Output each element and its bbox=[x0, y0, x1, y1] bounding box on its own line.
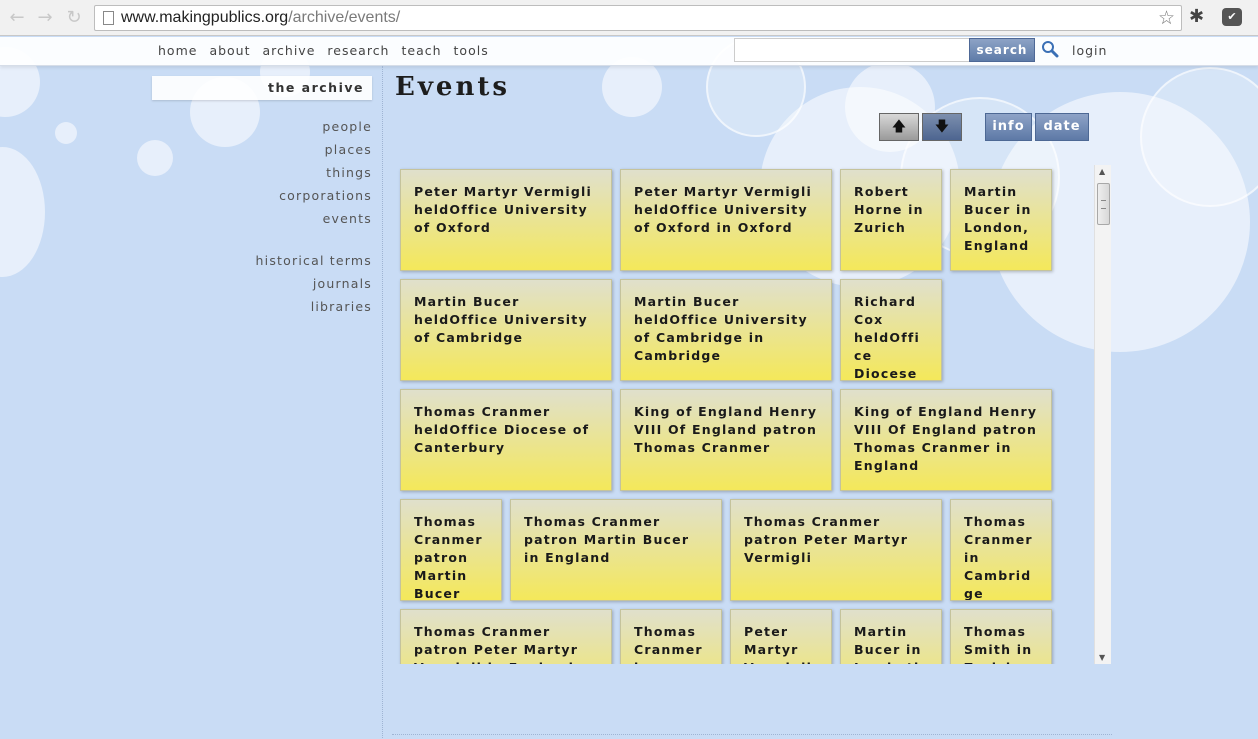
events-grid: Peter Martyr Vermigli heldOffice Univers… bbox=[392, 165, 1092, 664]
footer-divider bbox=[392, 734, 1112, 735]
event-card-label: Peter Martyr Vermigli heldOffice Univers… bbox=[634, 184, 812, 235]
event-card[interactable]: Richard Cox heldOffice Diocese of Ely bbox=[840, 279, 942, 381]
pocket-extension-icon[interactable]: ✔ bbox=[1222, 8, 1242, 26]
arrow-down-icon: 🡇 bbox=[934, 119, 950, 135]
browser-toolbar: ← → ↻ www.makingpublics.org/archive/even… bbox=[0, 0, 1258, 36]
sidebar-item-journals[interactable]: journals bbox=[256, 272, 372, 295]
event-card[interactable]: Martin Bucer in London, England bbox=[950, 169, 1052, 271]
event-card-label: Martin Bucer heldOffice University of Ca… bbox=[414, 294, 588, 345]
decor-bubble bbox=[0, 147, 45, 277]
event-card[interactable]: Thomas Smith in Zurich bbox=[950, 609, 1052, 664]
main-nav: home about archive research teach tools bbox=[158, 43, 489, 58]
event-card-label: Thomas Cranmer in Oxford bbox=[634, 624, 703, 664]
decor-bubble bbox=[55, 122, 77, 144]
decor-bubble bbox=[602, 57, 662, 117]
view-info-button[interactable]: info bbox=[985, 113, 1032, 141]
view-date-button[interactable]: date bbox=[1035, 113, 1089, 141]
event-card-label: King of England Henry VIII Of England pa… bbox=[634, 404, 818, 455]
event-card-label: Thomas Cranmer in Cambridge bbox=[964, 514, 1033, 601]
event-card[interactable]: Thomas Cranmer patron Martin Bucer in En… bbox=[510, 499, 722, 601]
search-icon[interactable] bbox=[1041, 40, 1059, 58]
nav-research[interactable]: research bbox=[327, 43, 389, 58]
event-card-label: Thomas Smith in Zurich bbox=[964, 624, 1033, 664]
sidebar-nav-primary: people places things corporations events bbox=[279, 115, 372, 230]
event-card-label: Thomas Cranmer patron Martin Bucer in En… bbox=[524, 514, 690, 565]
sidebar-item-events[interactable]: events bbox=[279, 207, 372, 230]
event-card-label: Martin Bucer in Lambeth bbox=[854, 624, 923, 664]
event-card-label: Robert Horne in Zurich bbox=[854, 184, 924, 235]
reload-icon[interactable]: ↻ bbox=[63, 7, 85, 29]
column-divider bbox=[382, 66, 383, 739]
sidebar-section-title: the archive bbox=[152, 76, 372, 100]
event-card-label: Thomas Cranmer patron Martin Bucer bbox=[414, 514, 483, 601]
extension-bug-icon[interactable]: ✱ bbox=[1189, 6, 1204, 27]
address-bar[interactable]: www.makingpublics.org/archive/events/ ☆ bbox=[94, 5, 1182, 31]
scroll-up-arrow-icon[interactable]: ▲ bbox=[1099, 167, 1105, 176]
event-card-label: Peter Martyr Vermigli heldOffice Univers… bbox=[414, 184, 592, 235]
event-card[interactable]: Robert Horne in Zurich bbox=[840, 169, 942, 271]
sidebar-item-places[interactable]: places bbox=[279, 138, 372, 161]
event-card-label: King of England Henry VIII Of England pa… bbox=[854, 404, 1038, 473]
event-card[interactable]: Thomas Cranmer patron Martin Bucer bbox=[400, 499, 502, 601]
sort-descending-button[interactable]: 🡇 bbox=[922, 113, 962, 141]
event-card[interactable]: Peter Martyr Vermigli heldOffice Univers… bbox=[400, 169, 612, 271]
event-card-label: Martin Bucer in London, England bbox=[964, 184, 1032, 253]
scroll-down-arrow-icon[interactable]: ▼ bbox=[1099, 653, 1105, 662]
event-card[interactable]: King of England Henry VIII Of England pa… bbox=[840, 389, 1052, 491]
bookmark-star-icon[interactable]: ☆ bbox=[1158, 7, 1175, 29]
nav-teach[interactable]: teach bbox=[401, 43, 441, 58]
event-card-label: Martin Bucer heldOffice University of Ca… bbox=[634, 294, 808, 363]
page-body: home about archive research teach tools … bbox=[0, 37, 1258, 739]
page-icon bbox=[103, 11, 114, 25]
events-scrollbar[interactable]: ▲ ▼ bbox=[1094, 165, 1111, 664]
url-domain: www.makingpublics.org bbox=[121, 9, 289, 26]
event-card[interactable]: Martin Bucer heldOffice University of Ca… bbox=[620, 279, 832, 381]
scroll-thumb[interactable] bbox=[1097, 183, 1110, 225]
event-card-label: Peter Martyr Vermigli in ... bbox=[744, 624, 811, 664]
sidebar-nav-secondary: historical terms journals libraries bbox=[256, 249, 372, 318]
event-card[interactable]: Thomas Cranmer patron Peter Martyr Vermi… bbox=[730, 499, 942, 601]
sort-ascending-button[interactable]: 🡅 bbox=[879, 113, 919, 141]
event-card[interactable]: Martin Bucer heldOffice University of Ca… bbox=[400, 279, 612, 381]
nav-home[interactable]: home bbox=[158, 43, 197, 58]
event-card[interactable]: Peter Martyr Vermigli heldOffice Univers… bbox=[620, 169, 832, 271]
event-card[interactable]: King of England Henry VIII Of England pa… bbox=[620, 389, 832, 491]
nav-archive[interactable]: archive bbox=[263, 43, 316, 58]
back-icon[interactable]: ← bbox=[6, 7, 28, 29]
login-link[interactable]: login bbox=[1072, 43, 1107, 58]
nav-tools[interactable]: tools bbox=[454, 43, 489, 58]
sidebar-item-people[interactable]: people bbox=[279, 115, 372, 138]
url-path: /archive/events/ bbox=[288, 9, 401, 26]
event-card[interactable]: Thomas Cranmer in Cambridge bbox=[950, 499, 1052, 601]
forward-icon[interactable]: → bbox=[34, 7, 56, 29]
decor-bubble bbox=[137, 140, 173, 176]
event-card[interactable]: Thomas Cranmer patron Peter Martyr Vermi… bbox=[400, 609, 612, 664]
sidebar-item-libraries[interactable]: libraries bbox=[256, 295, 372, 318]
event-card[interactable]: Martin Bucer in Lambeth bbox=[840, 609, 942, 664]
event-card[interactable]: Thomas Cranmer in Oxford bbox=[620, 609, 722, 664]
event-card-label: Thomas Cranmer patron Peter Martyr Vermi… bbox=[414, 624, 579, 664]
site-header: home about archive research teach tools … bbox=[0, 37, 1258, 66]
search-button[interactable]: search bbox=[969, 38, 1035, 62]
event-card[interactable]: Thomas Cranmer heldOffice Diocese of Can… bbox=[400, 389, 612, 491]
url-text[interactable]: www.makingpublics.org/archive/events/ bbox=[121, 9, 400, 27]
sidebar-item-corporations[interactable]: corporations bbox=[279, 184, 372, 207]
sidebar-item-things[interactable]: things bbox=[279, 161, 372, 184]
event-card-label: Thomas Cranmer patron Peter Martyr Vermi… bbox=[744, 514, 909, 565]
page-title: Events bbox=[395, 72, 511, 102]
nav-about[interactable]: about bbox=[209, 43, 250, 58]
arrow-up-icon: 🡅 bbox=[891, 119, 907, 135]
event-card-label: Richard Cox heldOffice Diocese of Ely bbox=[854, 294, 920, 381]
search-input[interactable] bbox=[734, 38, 970, 62]
sidebar-item-historical-terms[interactable]: historical terms bbox=[256, 249, 372, 272]
event-card-label: Thomas Cranmer heldOffice Diocese of Can… bbox=[414, 404, 590, 455]
event-card[interactable]: Peter Martyr Vermigli in ... bbox=[730, 609, 832, 664]
